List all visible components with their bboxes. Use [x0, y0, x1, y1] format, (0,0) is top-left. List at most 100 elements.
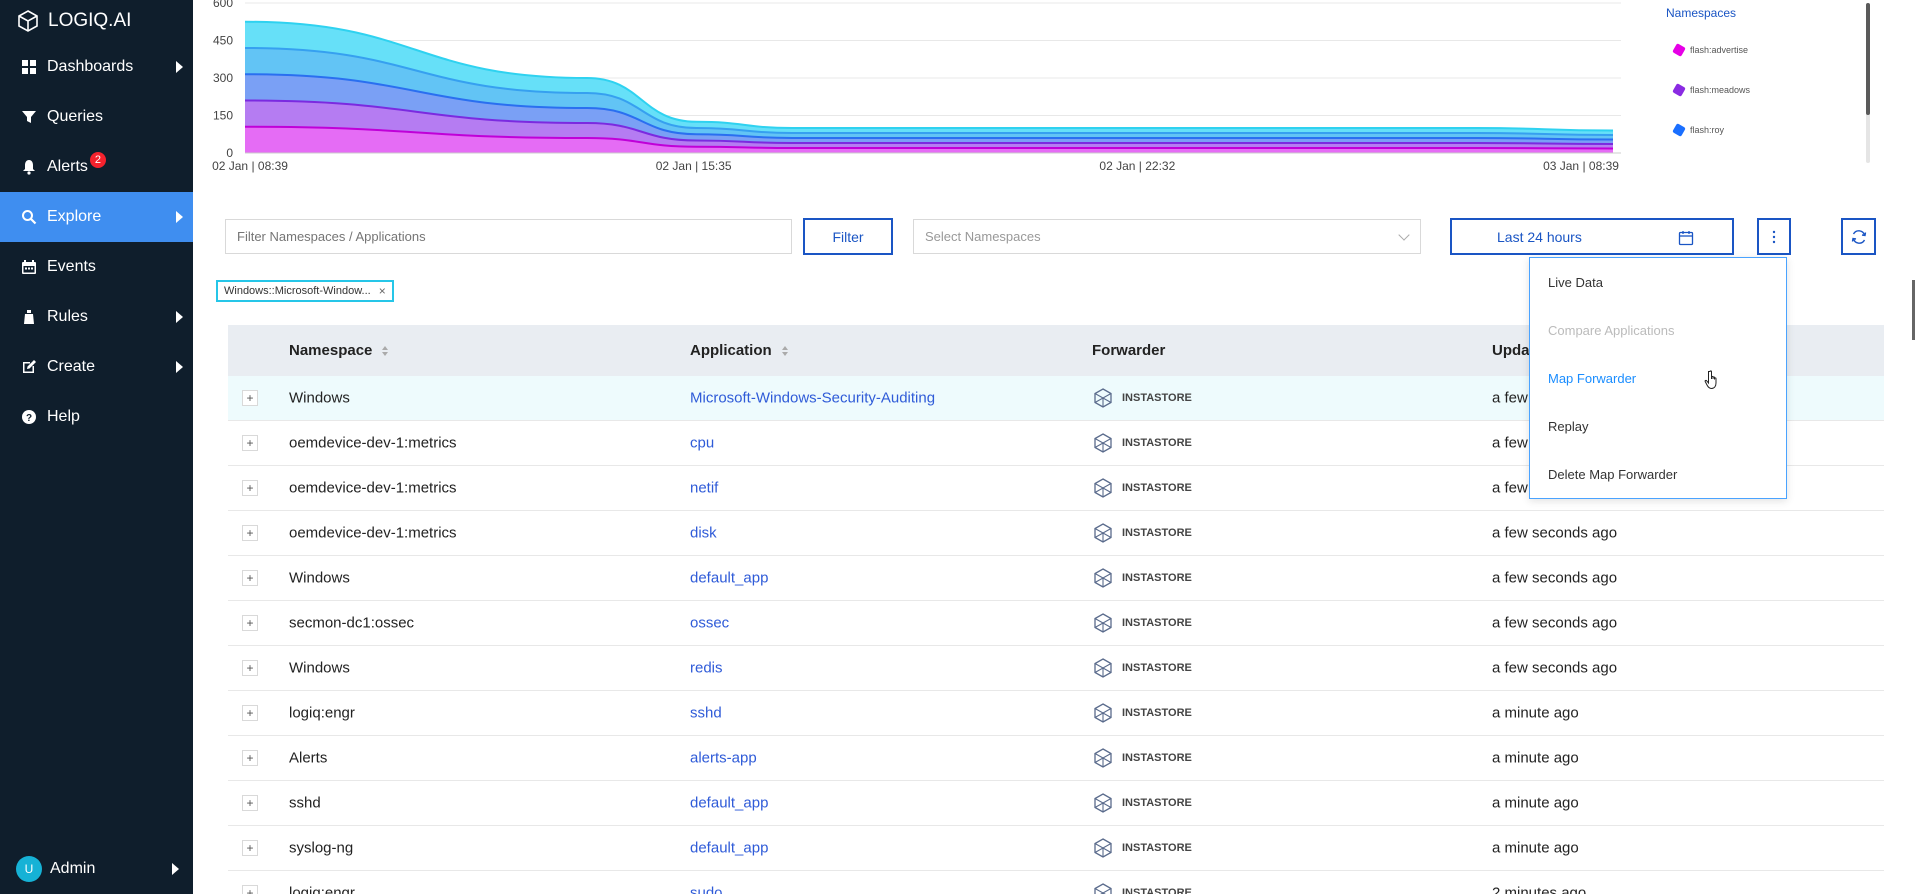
calendar-icon: [1678, 231, 1694, 246]
table-row[interactable]: + Windows default_app INSTASTORE a few secon…: [228, 556, 1884, 601]
application-link[interactable]: sshd: [690, 705, 722, 722]
filter-input[interactable]: [225, 219, 792, 254]
forwarder-cell: INSTASTORE: [1092, 387, 1192, 409]
namespace-cell: syslog-ng: [289, 839, 354, 857]
close-icon[interactable]: ×: [379, 284, 386, 298]
menu-item-replay[interactable]: Replay: [1530, 402, 1786, 450]
sidebar-item-label: Explore: [47, 208, 102, 225]
menu-item-live-data[interactable]: Live Data: [1530, 258, 1786, 306]
column-header-application[interactable]: Application: [690, 342, 788, 359]
calendar-icon: [20, 258, 38, 276]
updated-cell: a minute ago: [1492, 749, 1579, 767]
table-row[interactable]: + sshd default_app INSTASTORE a minute ago: [228, 781, 1884, 826]
sidebar-item-alerts[interactable]: Alerts 2: [0, 142, 193, 192]
forwarder-cell: INSTASTORE: [1092, 882, 1192, 894]
sidebar-item-label: Help: [47, 408, 80, 425]
refresh-icon: [1851, 229, 1866, 244]
expand-row-button[interactable]: +: [242, 705, 258, 721]
sidebar-item-queries[interactable]: Queries: [0, 92, 193, 142]
legend-item[interactable]: flash:meadows: [1672, 83, 1750, 97]
updated-cell: a few seconds ago: [1492, 659, 1618, 677]
filter-button[interactable]: Filter: [803, 218, 893, 255]
application-link[interactable]: default_app: [690, 840, 768, 857]
caret-right-icon: [176, 211, 183, 223]
page-scrollbar[interactable]: [1912, 280, 1915, 340]
x-tick-label: 02 Jan | 08:39: [212, 159, 288, 173]
alerts-count-badge: 2: [89, 152, 106, 168]
sidebar-item-dashboards[interactable]: Dashboards: [0, 42, 193, 92]
sort-icon[interactable]: [382, 345, 389, 356]
expand-row-button[interactable]: +: [242, 615, 258, 631]
instastore-icon: [1094, 703, 1112, 723]
sidebar-item-help[interactable]: ? Help: [0, 392, 193, 442]
user-menu[interactable]: U Admin: [0, 844, 193, 894]
x-tick-label: 02 Jan | 15:35: [656, 159, 732, 173]
menu-item-compare-applications: Compare Applications: [1548, 322, 1675, 338]
sidebar-item-events[interactable]: Events: [0, 242, 193, 292]
table-row[interactable]: + syslog-ng default_app INSTASTORE a minute …: [228, 826, 1884, 871]
application-link[interactable]: redis: [690, 660, 723, 677]
application-link[interactable]: netif: [690, 480, 718, 497]
expand-row-button[interactable]: +: [242, 885, 258, 894]
active-filter-tag: Windows::Microsoft-Window... ×: [216, 280, 394, 302]
expand-row-button[interactable]: +: [242, 480, 258, 496]
expand-row-button[interactable]: +: [242, 795, 258, 811]
application-link[interactable]: ossec: [690, 615, 729, 632]
application-link[interactable]: default_app: [690, 570, 768, 587]
sidebar-item-create[interactable]: Create: [0, 342, 193, 392]
instastore-icon: [1094, 523, 1112, 543]
application-link[interactable]: disk: [690, 525, 717, 542]
expand-row-button[interactable]: +: [242, 390, 258, 406]
application-link[interactable]: Microsoft-Windows-Security-Auditing: [690, 390, 935, 407]
menu-item-delete-map-forwarder[interactable]: Delete Map Forwarder: [1530, 450, 1786, 498]
forwarder-cell: INSTASTORE: [1092, 837, 1192, 859]
time-range-picker[interactable]: Last 24 hours: [1450, 218, 1734, 255]
expand-row-button[interactable]: +: [242, 525, 258, 541]
sort-icon[interactable]: [781, 345, 788, 356]
forwarder-cell: INSTASTORE: [1092, 477, 1192, 499]
namespace-cell: logiq:engr: [289, 704, 355, 722]
sidebar-item-rules[interactable]: Rules: [0, 292, 193, 342]
legend-scrollbar[interactable]: [1866, 3, 1870, 115]
instastore-icon: [1094, 388, 1112, 408]
expand-row-button[interactable]: +: [242, 660, 258, 676]
chart-svg: 0 150 300 450 600 02 Jan | 08:39 02 Jan | 15:3…: [212, 0, 1621, 173]
application-link[interactable]: sudo: [690, 885, 723, 894]
column-header-namespace[interactable]: Namespace: [289, 342, 389, 359]
application-link[interactable]: cpu: [690, 435, 714, 452]
table-row[interactable]: + oemdevice-dev-1:metrics disk INSTASTORE a …: [228, 511, 1884, 556]
updated-cell: a few: [1492, 389, 1528, 407]
table-row[interactable]: + secmon-dc1:ossec ossec INSTASTORE a few se…: [228, 601, 1884, 646]
menu-item-map-forwarder[interactable]: Map Forwarder: [1530, 354, 1786, 402]
table-row[interactable]: + Alerts alerts-app INSTASTORE a minute ago: [228, 736, 1884, 781]
legend-item[interactable]: flash:roy: [1672, 123, 1724, 137]
updated-cell: a minute ago: [1492, 839, 1579, 857]
refresh-button[interactable]: [1841, 218, 1876, 255]
table-row[interactable]: + logiq:engr sudo INSTASTORE 2 minutes ago: [228, 871, 1884, 894]
updated-cell: a few seconds ago: [1492, 524, 1618, 542]
expand-row-button[interactable]: +: [242, 435, 258, 451]
legend-swatch: [1672, 83, 1686, 97]
forwarder-cell: INSTASTORE: [1092, 657, 1192, 679]
namespace-cell: Alerts: [289, 749, 328, 767]
expand-row-button[interactable]: +: [242, 840, 258, 856]
more-options-button[interactable]: [1757, 218, 1791, 255]
namespace-cell: Windows: [289, 389, 350, 407]
help-icon: ?: [20, 408, 38, 426]
namespace-select[interactable]: Select Namespaces: [913, 219, 1421, 254]
table-row[interactable]: + logiq:engr sshd INSTASTORE a minute ago: [228, 691, 1884, 736]
logo[interactable]: LOGIQ.AI: [0, 0, 193, 42]
expand-row-button[interactable]: +: [242, 750, 258, 766]
application-link[interactable]: default_app: [690, 795, 768, 812]
table-row[interactable]: + Windows redis INSTASTORE a few seconds ago: [228, 646, 1884, 691]
updated-cell: a few seconds ago: [1492, 569, 1618, 587]
hand-cursor-icon: [1704, 370, 1717, 390]
application-link[interactable]: alerts-app: [690, 750, 757, 767]
instastore-icon: [1094, 658, 1112, 678]
instastore-icon: [1094, 748, 1112, 768]
y-tick-label: 300: [213, 71, 233, 85]
legend-item[interactable]: flash:advertise: [1672, 43, 1748, 57]
caret-right-icon: [176, 311, 183, 323]
sidebar-item-explore[interactable]: Explore: [0, 192, 193, 242]
expand-row-button[interactable]: +: [242, 570, 258, 586]
